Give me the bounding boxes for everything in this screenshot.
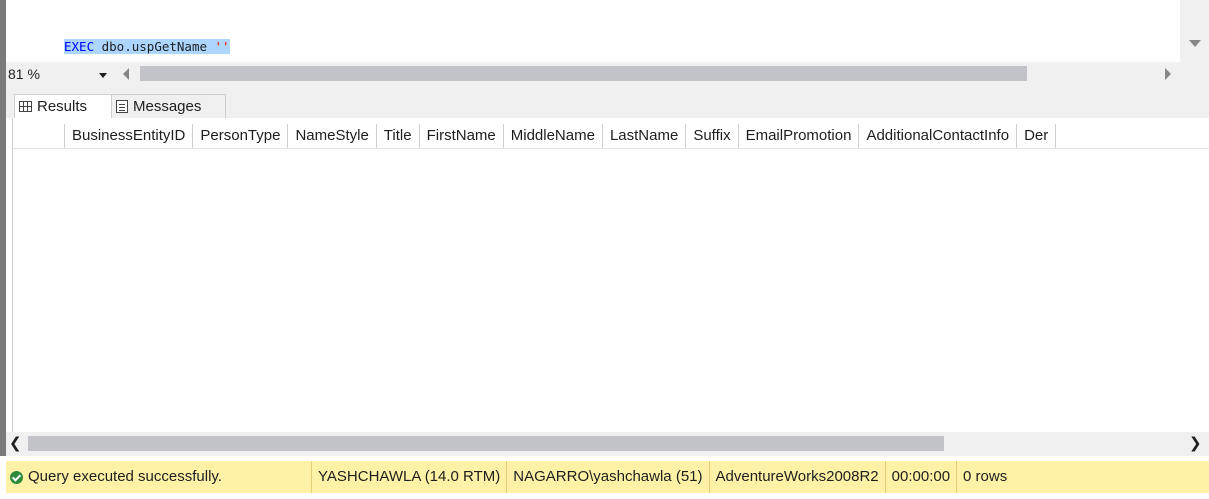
status-elapsed: 00:00:00 <box>886 461 958 493</box>
column-header[interactable]: BusinessEntityID <box>65 124 194 148</box>
tab-results[interactable]: Results <box>14 94 112 118</box>
column-header[interactable]: EmailPromotion <box>739 124 860 148</box>
chevron-down-icon[interactable] <box>99 73 107 78</box>
code-keyword: EXEC <box>64 39 95 54</box>
status-database: AdventureWorks2008R2 <box>710 461 886 493</box>
messages-icon <box>116 100 128 113</box>
code-line[interactable]: EXEC dbo.uspGetName '' <box>64 38 230 56</box>
column-header[interactable]: NameStyle <box>288 124 377 148</box>
scroll-right-icon[interactable] <box>1165 68 1171 80</box>
column-header[interactable]: LastName <box>603 124 687 148</box>
zoom-value: 81 % <box>8 66 40 82</box>
grid-horizontal-scrollbar[interactable]: ❮ ❯ <box>6 432 1209 456</box>
status-user: NAGARRO\yashchawla (51) <box>507 461 710 493</box>
query-status-bar: Query executed successfully. YASHCHAWLA … <box>0 456 1209 499</box>
scroll-left-icon[interactable] <box>123 68 129 80</box>
header-divider <box>13 148 1209 149</box>
zoom-dropdown[interactable]: 81 % <box>6 64 112 84</box>
status-server: YASHCHAWLA (14.0 RTM) <box>312 461 508 493</box>
code-procedure: dbo.uspGetName <box>94 39 215 54</box>
column-header[interactable]: FirstName <box>420 124 504 148</box>
editor-status-bar: 81 % <box>6 62 1209 86</box>
code-selection: EXEC dbo.uspGetName '' <box>64 39 230 54</box>
status-rows: 0 rows <box>963 468 1008 485</box>
editor-hscroll-thumb[interactable] <box>140 66 1027 81</box>
column-header[interactable]: MiddleName <box>504 124 603 148</box>
tab-messages[interactable]: Messages <box>112 94 226 118</box>
status-strip: Query executed successfully. YASHCHAWLA … <box>6 461 1209 493</box>
query-editor[interactable]: EXEC dbo.uspGetName '' <box>6 0 1180 62</box>
grid-hscroll-thumb[interactable] <box>28 436 944 451</box>
editor-vertical-scrollbar[interactable] <box>1180 0 1209 62</box>
column-header[interactable]: AdditionalContactInfo <box>859 124 1018 148</box>
status-message-cell: Query executed successfully. <box>6 461 312 493</box>
row-number-header[interactable] <box>13 124 65 148</box>
tab-messages-label: Messages <box>133 97 202 115</box>
scroll-right-icon[interactable]: ❯ <box>1189 436 1202 451</box>
column-header[interactable]: PersonType <box>193 124 289 148</box>
results-tabs: Results Messages <box>6 86 1209 118</box>
grid-icon <box>19 101 32 112</box>
column-header[interactable]: Title <box>377 124 420 148</box>
status-message: Query executed successfully. <box>28 468 222 485</box>
grid-header: BusinessEntityID PersonType NameStyle Title… <box>13 124 1057 148</box>
column-header[interactable]: Suffix <box>686 124 739 148</box>
check-circle-icon <box>10 470 23 484</box>
scroll-left-icon[interactable]: ❮ <box>9 436 22 451</box>
results-grid[interactable]: BusinessEntityID PersonType NameStyle Title… <box>12 118 1209 432</box>
scroll-down-icon[interactable] <box>1189 40 1201 47</box>
code-string: '' <box>214 39 230 54</box>
tab-results-label: Results <box>37 97 88 115</box>
column-header[interactable]: Der <box>1017 124 1057 148</box>
